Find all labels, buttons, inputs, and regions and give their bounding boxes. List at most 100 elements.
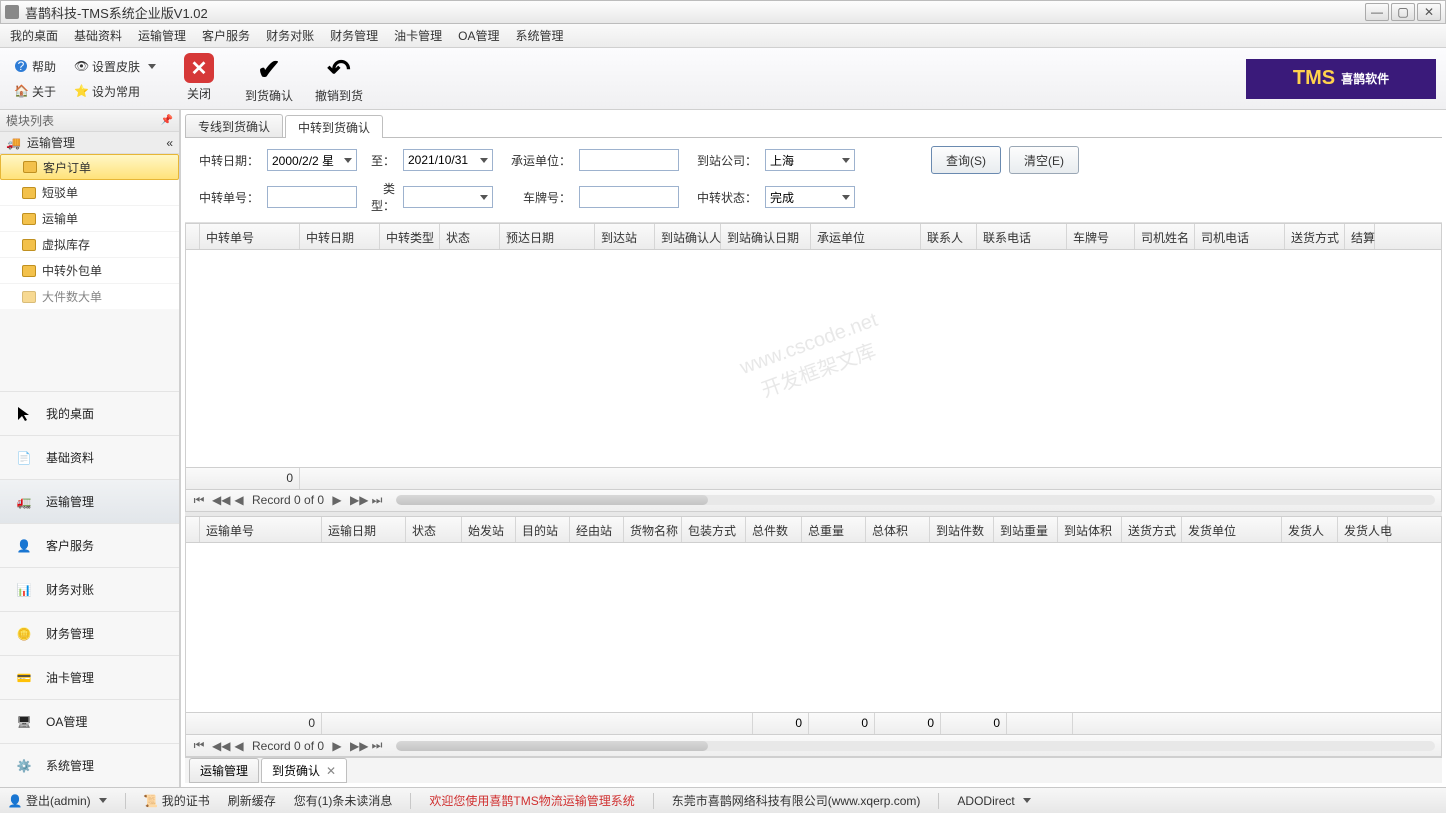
nav2-prev-page-button[interactable]: ◀◀ [212,739,226,753]
close-button[interactable]: ✕ 关闭 [172,53,226,104]
col2-goods[interactable]: 货物名称 [624,517,682,542]
tree-item-virtual-stock[interactable]: 虚拟库存 [0,232,179,258]
col2-via[interactable]: 经由站 [570,517,624,542]
date-to-picker[interactable]: 2021/10/31 [403,149,493,171]
col-confirm-date[interactable]: 到站确认日期 [721,224,811,249]
tree-item-customer-order[interactable]: 客户订单 [0,154,179,180]
nav2-next-page-button[interactable]: ▶▶ [350,739,364,753]
tree-item-large-count[interactable]: 大件数大单 [0,284,179,310]
col-eta[interactable]: 预达日期 [500,224,595,249]
col-contact-phone[interactable]: 联系电话 [977,224,1067,249]
logout-button[interactable]: 👤登出(admin) [8,792,107,809]
nav2-next-button[interactable]: ▶ [330,739,344,753]
nav-oa[interactable]: 🖥OA管理 [0,699,179,743]
nav-finance-recon[interactable]: 📊财务对账 [0,567,179,611]
menu-oa[interactable]: OA管理 [458,27,499,44]
transfer-status-select[interactable]: 完成 [765,186,855,208]
col2-origin[interactable]: 始发站 [462,517,516,542]
col2-packing[interactable]: 包装方式 [682,517,746,542]
col-settle[interactable]: 结算 [1345,224,1375,249]
menu-fuel-card[interactable]: 油卡管理 [394,27,442,44]
col-confirm-person[interactable]: 到站确认人 [655,224,721,249]
col-delivery-mode[interactable]: 送货方式 [1285,224,1345,249]
date-from-picker[interactable]: 2000/2/2 星 [267,149,357,171]
nav-next-page-button[interactable]: ▶▶ [350,493,364,507]
col2-arrive-volume[interactable]: 到站体积 [1058,517,1122,542]
h-scrollbar-2[interactable] [396,741,1435,751]
menu-basic-data[interactable]: 基础资料 [74,27,122,44]
transfer-grid-body[interactable]: www.cscode.net 开发框架文库 [186,250,1441,467]
col-plate[interactable]: 车牌号 [1067,224,1135,249]
col2-status[interactable]: 状态 [406,517,462,542]
nav-customer-service[interactable]: 👤客户服务 [0,523,179,567]
revoke-arrival-button[interactable]: ↶ 撤销到货 [312,53,366,104]
type-select[interactable] [403,186,493,208]
col2-shipper[interactable]: 发货单位 [1182,517,1282,542]
menu-finance-recon[interactable]: 财务对账 [266,27,314,44]
col2-arrive-weight[interactable]: 到站重量 [994,517,1058,542]
query-button[interactable]: 查询(S) [931,146,1001,174]
confirm-arrival-button[interactable]: ✔ 到货确认 [242,53,296,104]
menu-customer-service[interactable]: 客户服务 [202,27,250,44]
col-driver-name[interactable]: 司机姓名 [1135,224,1195,249]
menu-bar[interactable]: 我的桌面 基础资料 运输管理 客户服务 财务对账 财务管理 油卡管理 OA管理 … [0,24,1446,48]
transfer-no-input[interactable] [267,186,357,208]
col-carrier[interactable]: 承运单位 [811,224,921,249]
nav-next-button[interactable]: ▶ [330,493,344,507]
set-default-button[interactable]: ⭐设为常用 [70,81,144,102]
db-mode[interactable]: ADODirect [957,794,1030,808]
unread-messages[interactable]: 您有(1)条未读消息 [294,792,393,809]
clear-button[interactable]: 清空(E) [1009,146,1079,174]
tree-item-shortbarge[interactable]: 短驳单 [0,180,179,206]
transport-grid-body[interactable] [186,543,1441,712]
col2-transport-no[interactable]: 运输单号 [200,517,322,542]
col2-dest[interactable]: 目的站 [516,517,570,542]
tab-transfer-arrival[interactable]: 中转到货确认 [285,115,383,138]
col2-transport-date[interactable]: 运输日期 [322,517,406,542]
col2-shipper-person[interactable]: 发货人 [1282,517,1338,542]
skin-button[interactable]: 👁设置皮肤 [70,56,160,77]
pin-icon[interactable]: 📌 [161,115,173,126]
nav-system[interactable]: ⚙️系统管理 [0,743,179,787]
menu-system[interactable]: 系统管理 [515,27,563,44]
col-transfer-type[interactable]: 中转类型 [380,224,440,249]
nav-first-button[interactable]: ⏮ [192,493,206,508]
close-window-button[interactable]: ✕ [1417,3,1441,21]
col2-arrive-pcs[interactable]: 到站件数 [930,517,994,542]
plate-input[interactable] [579,186,679,208]
nav-transport[interactable]: 🚛运输管理 [0,479,179,523]
arrival-company-select[interactable]: 上海 [765,149,855,171]
nav-last-button[interactable]: ⏭ [370,493,384,508]
col2-total-volume[interactable]: 总体积 [866,517,930,542]
bottom-tab-arrival-confirm[interactable]: 到货确认✕ [261,758,347,783]
company-link[interactable]: 东莞市喜鹊网络科技有限公司(www.xqerp.com) [672,792,921,809]
col-arrive-station[interactable]: 到达站 [595,224,655,249]
minimize-button[interactable]: — [1365,3,1389,21]
col-driver-phone[interactable]: 司机电话 [1195,224,1285,249]
col2-delivery-mode[interactable]: 送货方式 [1122,517,1182,542]
about-button[interactable]: 🏠关于 [10,81,60,102]
maximize-button[interactable]: ▢ [1391,3,1415,21]
nav2-last-button[interactable]: ⏭ [370,738,384,753]
close-tab-icon[interactable]: ✕ [326,764,336,778]
nav2-prev-button[interactable]: ◀ [232,739,246,753]
nav2-first-button[interactable]: ⏮ [192,738,206,753]
h-scrollbar[interactable] [396,495,1435,505]
menu-my-desktop[interactable]: 我的桌面 [10,27,58,44]
tree-item-transfer-outsource[interactable]: 中转外包单 [0,258,179,284]
nav-finance-mgmt[interactable]: 🪙财务管理 [0,611,179,655]
carrier-input[interactable] [579,149,679,171]
help-button[interactable]: ?帮助 [10,56,60,77]
my-cert-button[interactable]: 📜我的证书 [144,792,210,809]
menu-finance-mgmt[interactable]: 财务管理 [330,27,378,44]
col-transfer-no[interactable]: 中转单号 [200,224,300,249]
col-contact[interactable]: 联系人 [921,224,977,249]
nav-basic-data[interactable]: 📄基础资料 [0,435,179,479]
nav-prev-button[interactable]: ◀ [232,493,246,507]
bottom-tab-transport[interactable]: 运输管理 [189,758,259,783]
tree-item-transport-order[interactable]: 运输单 [0,206,179,232]
col-status[interactable]: 状态 [440,224,500,249]
tab-direct-arrival[interactable]: 专线到货确认 [185,114,283,137]
refresh-cache-button[interactable]: 刷新缓存 [228,792,276,809]
nav-fuel-card[interactable]: 💳油卡管理 [0,655,179,699]
